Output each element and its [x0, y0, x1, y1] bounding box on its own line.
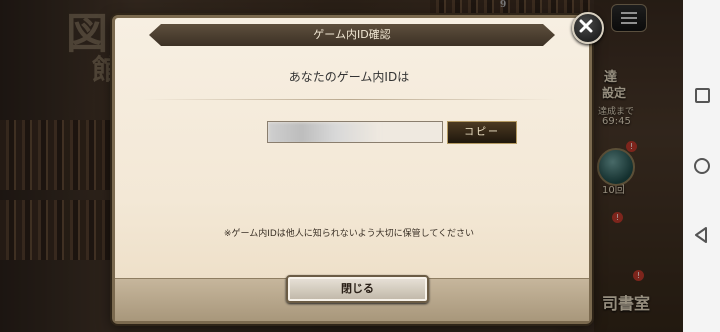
recents-icon[interactable] [695, 88, 710, 103]
close-dialog-button[interactable]: 閉じる [286, 275, 429, 303]
x-icon [579, 19, 593, 33]
close-icon[interactable] [572, 12, 604, 44]
id-prompt: あなたのゲーム内IDは [288, 70, 410, 84]
home-icon[interactable] [694, 158, 710, 174]
divider [142, 99, 556, 100]
back-icon[interactable] [694, 227, 708, 243]
storage-notice: ※ゲーム内IDは他人に知られないよう大切に保管してください [223, 229, 475, 239]
game-id-field[interactable] [267, 121, 443, 143]
copy-button[interactable]: コピー [447, 121, 517, 144]
system-nav-bar [683, 0, 720, 332]
id-redaction [268, 122, 380, 142]
dialog-title: ゲーム内ID確認 [149, 24, 555, 46]
